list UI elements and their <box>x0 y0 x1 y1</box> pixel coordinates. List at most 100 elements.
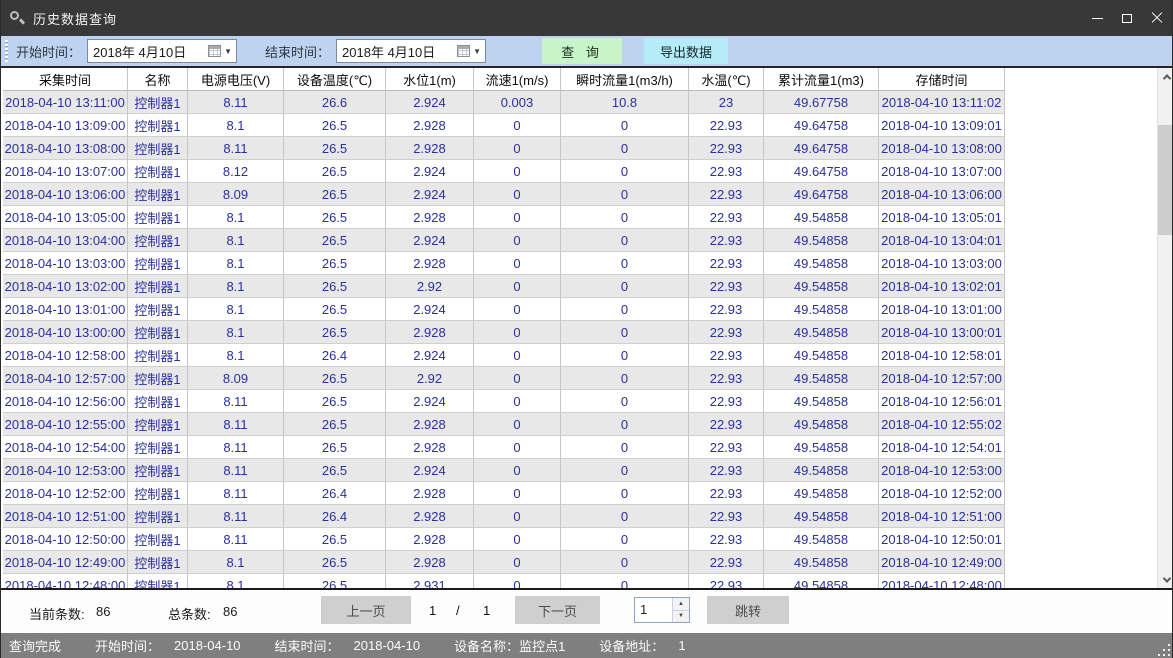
table-cell: 2.924 <box>386 459 474 482</box>
table-cell: 2018-04-10 12:55:00 <box>3 413 128 436</box>
table-cell: 49.54858 <box>764 229 879 252</box>
table-row[interactable]: 2018-04-10 13:00:00控制器18.126.52.9280022.… <box>3 321 1005 344</box>
table-row[interactable]: 2018-04-10 13:08:00控制器18.1126.52.9280022… <box>3 137 1005 160</box>
stepper-down-icon[interactable]: ▼ <box>673 610 689 623</box>
table-cell: 0 <box>474 298 561 321</box>
table-row[interactable]: 2018-04-10 12:55:00控制器18.1126.52.9280022… <box>3 413 1005 436</box>
stepper-up-icon[interactable]: ▲ <box>673 598 689 610</box>
column-header[interactable]: 设备温度(℃) <box>284 68 386 91</box>
column-header[interactable]: 采集时间 <box>3 68 128 91</box>
table-row[interactable]: 2018-04-10 12:53:00控制器18.1126.52.9240022… <box>3 459 1005 482</box>
table-cell: 8.1 <box>188 298 284 321</box>
table-row[interactable]: 2018-04-10 13:05:00控制器18.126.52.9280022.… <box>3 206 1005 229</box>
table-cell: 2018-04-10 12:52:00 <box>3 482 128 505</box>
table-row[interactable]: 2018-04-10 13:11:00控制器18.1126.62.9240.00… <box>3 91 1005 114</box>
next-page-button[interactable]: 下一页 <box>515 596 600 624</box>
table-row[interactable]: 2018-04-10 12:48:00控制器18.126.52.9310022.… <box>3 574 1005 590</box>
column-header[interactable]: 水位1(m) <box>386 68 474 91</box>
table-row[interactable]: 2018-04-10 13:09:00控制器18.126.52.9280022.… <box>3 114 1005 137</box>
page-current: 1 <box>429 603 436 618</box>
jump-button[interactable]: 跳转 <box>707 596 789 624</box>
table-cell: 2018-04-10 12:51:00 <box>879 505 1005 528</box>
table-cell: 0 <box>474 321 561 344</box>
query-button[interactable]: 查 询 <box>542 38 622 64</box>
table-cell: 26.5 <box>284 390 386 413</box>
vertical-scrollbar[interactable] <box>1157 68 1173 588</box>
table-row[interactable]: 2018-04-10 13:06:00控制器18.0926.52.9240022… <box>3 183 1005 206</box>
export-data-button[interactable]: 导出数据 <box>644 38 728 64</box>
close-button[interactable] <box>1142 0 1172 36</box>
table-cell: 26.5 <box>284 321 386 344</box>
chevron-down-icon[interactable]: ▼ <box>224 47 232 56</box>
table-row[interactable]: 2018-04-10 12:52:00控制器18.1126.42.9280022… <box>3 482 1005 505</box>
table-cell: 26.5 <box>284 528 386 551</box>
table-row[interactable]: 2018-04-10 13:03:00控制器18.126.52.9280022.… <box>3 252 1005 275</box>
table-cell: 控制器1 <box>128 160 188 183</box>
table-row[interactable]: 2018-04-10 13:02:00控制器18.126.52.920022.9… <box>3 275 1005 298</box>
page-number-input[interactable]: 1 <box>635 598 672 622</box>
table-cell: 2.928 <box>386 413 474 436</box>
table-cell: 2.924 <box>386 344 474 367</box>
table-cell: 0 <box>561 114 689 137</box>
table-cell: 2.931 <box>386 574 474 590</box>
table-cell: 控制器1 <box>128 252 188 275</box>
table-cell: 2.928 <box>386 551 474 574</box>
table-cell: 2018-04-10 13:02:01 <box>879 275 1005 298</box>
page-separator: / <box>456 603 460 618</box>
table-cell: 2018-04-10 13:04:01 <box>879 229 1005 252</box>
table-cell: 49.54858 <box>764 298 879 321</box>
column-header[interactable]: 名称 <box>128 68 188 91</box>
data-table: 采集时间名称电源电压(V)设备温度(℃)水位1(m)流速1(m/s)瞬时流量1(… <box>1 66 1173 590</box>
scroll-up-button[interactable] <box>1158 68 1173 85</box>
minimize-button[interactable] <box>1082 0 1112 36</box>
table-cell: 49.54858 <box>764 528 879 551</box>
column-header[interactable]: 累计流量1(m3) <box>764 68 879 91</box>
table-cell: 2018-04-10 13:01:00 <box>879 298 1005 321</box>
prev-page-button[interactable]: 上一页 <box>321 596 411 624</box>
table-row[interactable]: 2018-04-10 13:07:00控制器18.1226.52.9240022… <box>3 160 1005 183</box>
table-row[interactable]: 2018-04-10 12:57:00控制器18.0926.52.920022.… <box>3 367 1005 390</box>
table-cell: 2018-04-10 13:08:00 <box>3 137 128 160</box>
table-row[interactable]: 2018-04-10 13:01:00控制器18.126.52.9240022.… <box>3 298 1005 321</box>
table-cell: 2.928 <box>386 206 474 229</box>
table-cell: 26.5 <box>284 137 386 160</box>
scrollbar-thumb[interactable] <box>1158 125 1173 235</box>
start-time-label: 开始时间： <box>16 42 81 61</box>
end-date-picker[interactable]: 2018年 4月10日 ▼ <box>336 39 486 63</box>
table-cell: 26.5 <box>284 551 386 574</box>
table-row[interactable]: 2018-04-10 12:51:00控制器18.1126.42.9280022… <box>3 505 1005 528</box>
maximize-button[interactable] <box>1112 0 1142 36</box>
table-cell: 2018-04-10 13:05:00 <box>3 206 128 229</box>
table-cell: 49.54858 <box>764 275 879 298</box>
table-row[interactable]: 2018-04-10 12:50:00控制器18.1126.52.9280022… <box>3 528 1005 551</box>
table-cell: 22.93 <box>689 551 764 574</box>
start-date-picker[interactable]: 2018年 4月10日 ▼ <box>87 39 237 63</box>
table-cell: 49.54858 <box>764 505 879 528</box>
table-cell: 控制器1 <box>128 183 188 206</box>
table-cell: 2.928 <box>386 505 474 528</box>
table-cell: 控制器1 <box>128 229 188 252</box>
column-header[interactable]: 流速1(m/s) <box>474 68 561 91</box>
table-row[interactable]: 2018-04-10 12:56:00控制器18.1126.52.9240022… <box>3 390 1005 413</box>
table-cell: 8.1 <box>188 574 284 590</box>
chevron-down-icon[interactable]: ▼ <box>473 47 481 56</box>
table-cell: 22.93 <box>689 505 764 528</box>
resize-grip-icon[interactable] <box>1158 644 1170 656</box>
table-cell: 49.64758 <box>764 137 879 160</box>
column-header[interactable]: 瞬时流量1(m3/h) <box>561 68 689 91</box>
table-row[interactable]: 2018-04-10 12:54:00控制器18.1126.52.9280022… <box>3 436 1005 459</box>
table-row[interactable]: 2018-04-10 13:04:00控制器18.126.52.9240022.… <box>3 229 1005 252</box>
scroll-down-button[interactable] <box>1158 571 1173 588</box>
status-end-value: 2018-04-10 <box>354 638 421 653</box>
table-row[interactable]: 2018-04-10 12:58:00控制器18.126.42.9240022.… <box>3 344 1005 367</box>
column-header[interactable]: 存储时间 <box>879 68 1005 91</box>
table-cell: 49.54858 <box>764 321 879 344</box>
column-header[interactable]: 电源电压(V) <box>188 68 284 91</box>
table-cell: 2018-04-10 13:01:00 <box>3 298 128 321</box>
table-row[interactable]: 2018-04-10 12:49:00控制器18.126.52.9280022.… <box>3 551 1005 574</box>
page-number-stepper[interactable]: 1 ▲ ▼ <box>634 597 690 623</box>
status-start-value: 2018-04-10 <box>174 638 241 653</box>
table-cell: 控制器1 <box>128 137 188 160</box>
toolbar-grip[interactable] <box>5 40 8 62</box>
column-header[interactable]: 水温(℃) <box>689 68 764 91</box>
